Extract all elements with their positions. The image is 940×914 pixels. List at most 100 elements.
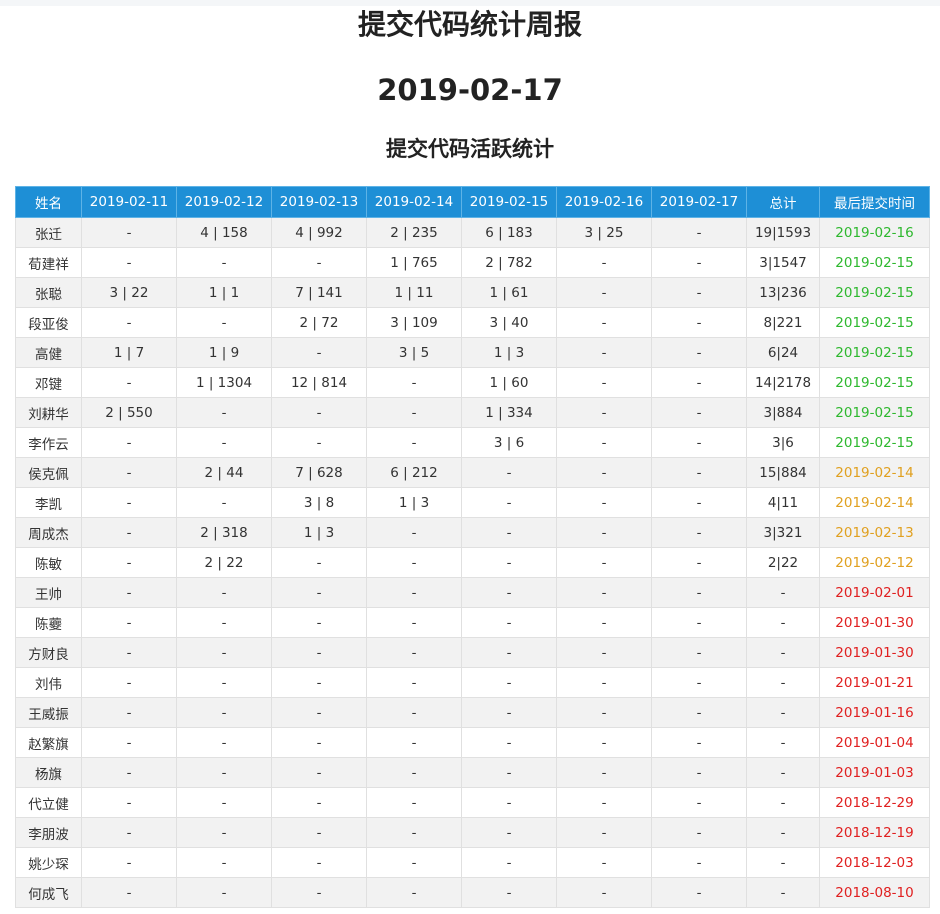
day-cell: - <box>651 607 747 638</box>
name-cell: 杨旗 <box>15 757 82 788</box>
table-row: 张迁 -4 | 158 4 | 992 2 | 235 6 | 183 3 | 25-19… <box>15 217 930 248</box>
name-cell: 姚少琛 <box>15 847 82 878</box>
day-cell: - <box>461 727 557 758</box>
table-row: 荀建祥 - - -1 | 765 2 | 782- -3|1547 2019-02-15 <box>15 247 930 278</box>
last-commit-cell: 2019-01-03 <box>819 757 930 788</box>
day-cell: - <box>176 397 272 428</box>
day-cell: 2 | 72 <box>271 307 367 338</box>
last-commit-cell: 2019-01-04 <box>819 727 930 758</box>
day-cell: - <box>651 367 747 398</box>
day-cell: - <box>556 397 652 428</box>
day-cell: - <box>81 247 177 278</box>
total-cell: 4|11 <box>746 487 820 518</box>
total-cell: - <box>746 817 820 848</box>
day-cell: - <box>176 817 272 848</box>
day-cell: - <box>651 487 747 518</box>
name-cell: 赵繁旗 <box>15 727 82 758</box>
day-cell: - <box>461 697 557 728</box>
table-row: 邓键 -1 | 1304 12 | 814-1 | 60- -14|2178 2019-… <box>15 367 930 398</box>
table-row: 李作云 - - - -3 | 6- -3|6 2019-02-15 <box>15 427 930 458</box>
name-cell: 高健 <box>15 337 82 368</box>
last-commit-cell: 2018-12-03 <box>819 847 930 878</box>
day-cell: 1 | 765 <box>366 247 462 278</box>
day-cell: - <box>271 817 367 848</box>
day-cell: - <box>651 307 747 338</box>
day-cell: - <box>271 337 367 368</box>
day-cell: - <box>366 877 462 908</box>
day-cell: - <box>651 667 747 698</box>
day-cell: - <box>651 877 747 908</box>
total-cell: - <box>746 757 820 788</box>
day-cell: - <box>176 577 272 608</box>
day-cell: 3 | 22 <box>81 277 177 308</box>
report-subtitle: 提交代码活跃统计 <box>386 137 554 161</box>
day-cell: 2 | 782 <box>461 247 557 278</box>
day-cell: - <box>176 697 272 728</box>
top-strip <box>0 0 940 6</box>
day-cell: 1 | 1304 <box>176 367 272 398</box>
last-commit-cell: 2019-02-15 <box>819 397 930 428</box>
day-cell: 4 | 992 <box>271 217 367 248</box>
day-cell: - <box>271 397 367 428</box>
last-commit-cell: 2019-02-16 <box>819 217 930 248</box>
day-cell: - <box>176 667 272 698</box>
name-cell: 荀建祥 <box>15 247 82 278</box>
total-cell: 13|236 <box>746 277 820 308</box>
day-cell: - <box>271 247 367 278</box>
name-cell: 王威振 <box>15 697 82 728</box>
name-cell: 王帅 <box>15 577 82 608</box>
day-cell: - <box>366 607 462 638</box>
day-cell: - <box>556 337 652 368</box>
day-cell: - <box>366 757 462 788</box>
day-cell: - <box>81 547 177 578</box>
report-title: 提交代码统计周报 <box>357 8 582 41</box>
day-cell: - <box>271 697 367 728</box>
day-cell: - <box>366 727 462 758</box>
day-cell: - <box>461 667 557 698</box>
day-cell: 3 | 25 <box>556 217 652 248</box>
day-cell: - <box>556 817 652 848</box>
day-cell: - <box>651 727 747 758</box>
day-cell: 3 | 6 <box>461 427 557 458</box>
day-cell: 1 | 334 <box>461 397 557 428</box>
day-cell: - <box>651 277 747 308</box>
day-cell: - <box>81 307 177 338</box>
day-cell: - <box>461 487 557 518</box>
day-cell: - <box>176 877 272 908</box>
total-cell: 2|22 <box>746 547 820 578</box>
day-cell: 2 | 22 <box>176 547 272 578</box>
day-cell: - <box>651 757 747 788</box>
total-cell: 14|2178 <box>746 367 820 398</box>
day-cell: - <box>81 847 177 878</box>
day-cell: - <box>461 607 557 638</box>
day-cell: - <box>271 877 367 908</box>
day-cell: - <box>651 847 747 878</box>
last-commit-cell: 2019-01-30 <box>819 637 930 668</box>
day-cell: 7 | 141 <box>271 277 367 308</box>
last-commit-cell: 2019-02-14 <box>819 457 930 488</box>
day-cell: 2 | 318 <box>176 517 272 548</box>
day-cell: - <box>81 577 177 608</box>
day-cell: - <box>366 397 462 428</box>
day-cell: - <box>461 877 557 908</box>
day-cell: 3 | 5 <box>366 337 462 368</box>
day-cell: - <box>81 697 177 728</box>
header-row: 姓名 2019-02-11 2019-02-12 2019-02-13 2019-02-… <box>15 186 930 218</box>
name-cell: 张迁 <box>15 217 82 248</box>
total-cell: 3|6 <box>746 427 820 458</box>
day-cell: - <box>461 517 557 548</box>
last-commit-cell: 2019-01-16 <box>819 697 930 728</box>
day-cell: - <box>651 577 747 608</box>
name-cell: 李作云 <box>15 427 82 458</box>
day-cell: - <box>556 697 652 728</box>
last-commit-cell: 2019-02-14 <box>819 487 930 518</box>
day-cell: - <box>366 667 462 698</box>
day-cell: 1 | 61 <box>461 277 557 308</box>
day-cell: 2 | 550 <box>81 397 177 428</box>
day-cell: - <box>651 697 747 728</box>
day-cell: - <box>556 607 652 638</box>
day-cell: - <box>81 787 177 818</box>
table-row: 高健 1 | 71 | 9-3 | 51 | 3- -6|24 2019-02-15 <box>15 337 930 368</box>
total-cell: 6|24 <box>746 337 820 368</box>
day-cell: 12 | 814 <box>271 367 367 398</box>
